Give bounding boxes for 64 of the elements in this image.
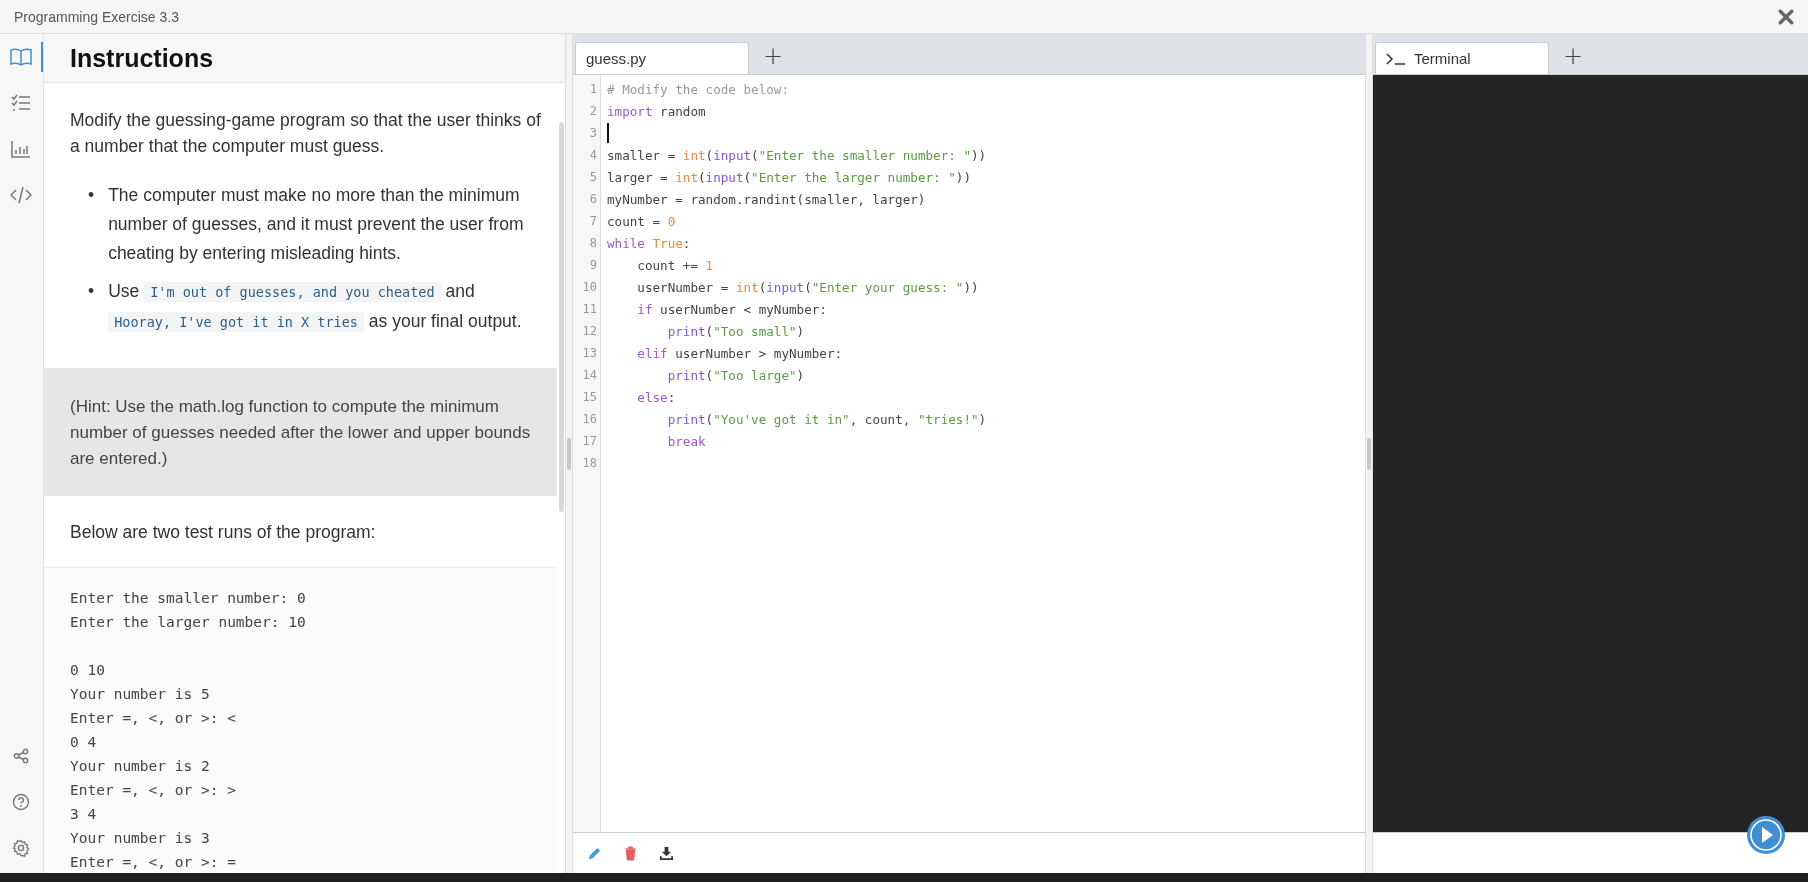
bullet-text: The computer must make no more than the minimum number of guesses, and it must prevent the user from cheating by entering misleading hints. (108, 184, 525, 265)
output-line: 0 4 (70, 733, 98, 752)
line-number: 9 (588, 257, 598, 274)
output-line: Enter the larger number: 10 (70, 613, 307, 632)
code-line: break (666, 433, 706, 449)
code-line: # Modify the code below: (607, 81, 789, 97)
line-number: 2 (588, 103, 598, 120)
code-line: print("You've got it in", count, "tries!") (666, 411, 987, 427)
instruction-text: Modify the guessing-game program so that the user thinks of a number that the computer must guess. (70, 109, 542, 158)
line-number: 10 (581, 279, 598, 296)
scrollbar[interactable] (559, 122, 564, 512)
bullet-marker: • (88, 184, 95, 207)
line-number: 6 (588, 191, 598, 208)
line-number: 16 (581, 411, 598, 428)
panel-title: Instructions (70, 43, 214, 73)
output-line: Your number is 3 (70, 829, 211, 848)
code-line: larger = int(input("Enter the larger number: ")) (607, 169, 971, 185)
line-number: 3 (588, 125, 598, 142)
line-number: 13 (581, 345, 598, 362)
window-title: Programming Exercise 3.3 (14, 8, 179, 25)
line-number: 5 (588, 169, 598, 186)
code-line: print("Too small") (666, 323, 805, 339)
output-line: Your number is 5 (70, 685, 211, 704)
line-number: 17 (581, 433, 598, 450)
file-tab[interactable]: guess.py (575, 42, 749, 74)
line-number: 15 (581, 389, 598, 406)
download-icon[interactable] (659, 845, 674, 861)
terminal-icon (1386, 52, 1406, 65)
output-line: Enter =, <, or >: = (70, 853, 237, 872)
terminal-tab[interactable]: Terminal (1375, 42, 1549, 74)
hint-text: (Hint: Use the math.log function to compute the minimum number of guesses needed after the lower and upper bounds are entered.) (70, 396, 532, 470)
run-button[interactable] (1746, 815, 1786, 855)
code-line: if userNumber < myNumber: (636, 301, 827, 317)
output-line: Enter =, <, or >: < (70, 709, 237, 728)
bullet-text: Use I'm out of guesses, and you cheated and Hooray, I've got it in X tries as your final output. (108, 280, 523, 334)
line-number: 1 (588, 81, 598, 98)
trash-icon[interactable] (624, 845, 637, 861)
add-tab-button[interactable]: + (1549, 42, 1598, 74)
output-line: Enter the smaller number: 0 (70, 589, 307, 608)
line-number: 8 (588, 235, 598, 252)
add-tab-button[interactable]: + (749, 42, 798, 74)
line-number: 11 (581, 301, 598, 318)
code-line: count = 0 (607, 213, 676, 229)
output-line: Your number is 2 (70, 757, 211, 776)
code-line: smaller = int(input("Enter the smaller number: ")) (607, 147, 987, 163)
code-line: else: (636, 389, 676, 405)
line-number: 12 (581, 323, 598, 340)
code-line: myNumber = random.randint(smaller, larger) (607, 191, 926, 207)
code-line: userNumber = int(input("Enter your guess: ")) (636, 279, 979, 295)
code-line: print("Too large") (666, 367, 805, 383)
pencil-icon[interactable] (587, 845, 602, 861)
bullet-marker: • (88, 280, 95, 303)
line-number: 4 (588, 147, 598, 164)
code-line: elif userNumber > myNumber: (636, 345, 843, 361)
output-line: 0 10 (70, 661, 106, 680)
line-number: 18 (581, 455, 598, 472)
output-line: 3 4 (70, 805, 98, 824)
code-line: count += 1 (636, 257, 714, 273)
output-line: Enter =, <, or >: > (70, 781, 237, 800)
code-line: while True: (607, 235, 691, 251)
close-icon[interactable] (1778, 8, 1794, 25)
code-line: import random (607, 103, 706, 119)
line-number: 14 (581, 367, 598, 384)
line-number: 7 (588, 213, 598, 230)
